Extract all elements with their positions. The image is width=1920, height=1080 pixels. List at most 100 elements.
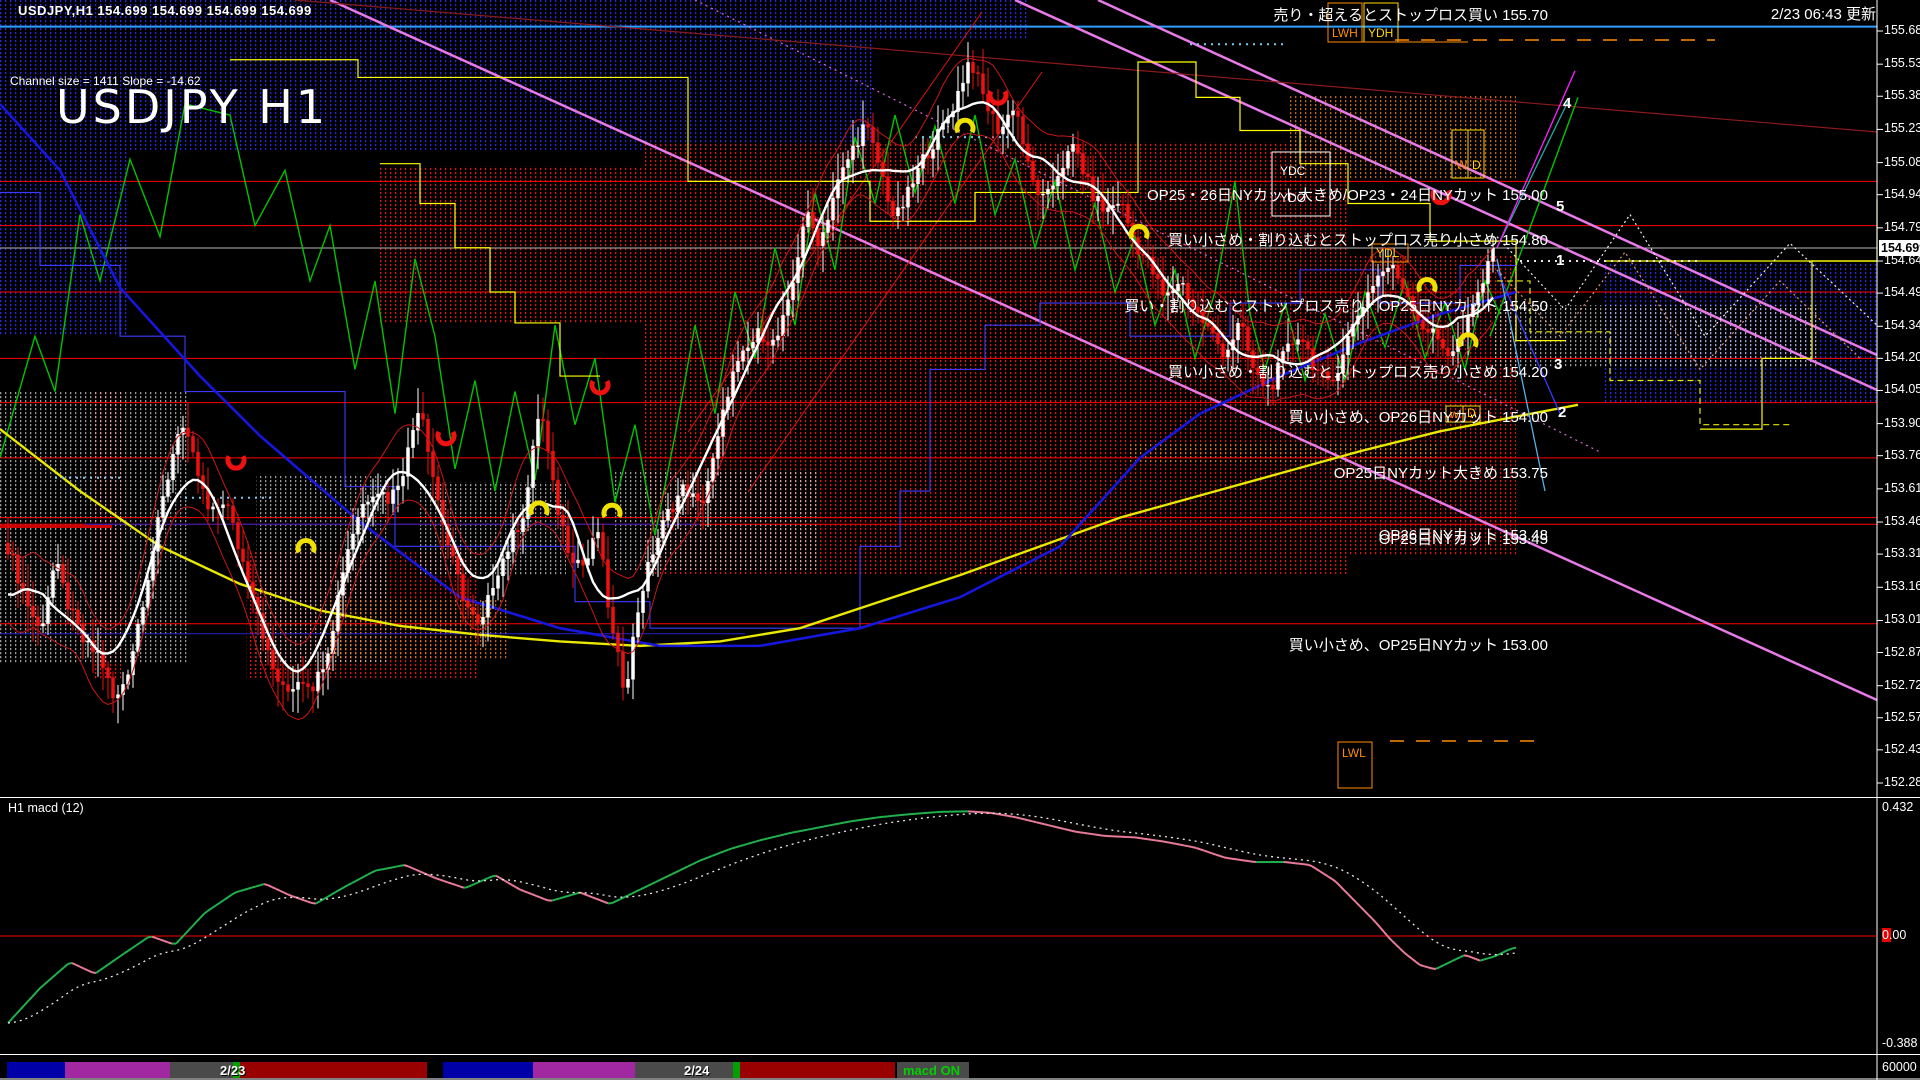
macd-line [1232, 859, 1236, 860]
macd-line [44, 981, 48, 984]
macd-line [872, 818, 876, 819]
macd-line [800, 830, 804, 831]
session-block [740, 1062, 895, 1078]
price-axis-tick: 155.235 [1884, 121, 1920, 135]
macd-line [740, 845, 744, 846]
macd-line [184, 931, 188, 935]
macd-line [508, 883, 512, 885]
macd-line [644, 886, 648, 888]
macd-line [368, 872, 372, 874]
macd-line [836, 823, 840, 824]
macd-line [632, 892, 636, 894]
macd-line [104, 965, 108, 968]
macd-line [604, 902, 608, 904]
macd-line [68, 963, 72, 964]
macd-line [188, 927, 192, 931]
macd-line [808, 829, 812, 830]
macd-line [868, 818, 872, 819]
macd-line [116, 956, 120, 959]
macd-line [1388, 937, 1392, 941]
cloud-region-red [380, 166, 642, 324]
macd-line [60, 967, 64, 970]
macd-line [700, 859, 704, 861]
macd-on-toggle[interactable]: macd ON [903, 1063, 960, 1078]
macd-line [1168, 842, 1172, 843]
macd-line [48, 978, 52, 981]
macd-line [1500, 952, 1504, 954]
macd-line [1476, 959, 1480, 961]
macd-line [156, 938, 160, 939]
price-axis-tick: 152.870 [1884, 645, 1920, 659]
chart-canvas[interactable] [0, 0, 1920, 1080]
macd-line [468, 885, 472, 887]
session-date-label: 2/23 [220, 1063, 245, 1078]
macd-line [676, 870, 680, 872]
macd-line [472, 883, 476, 885]
macd-line [448, 882, 452, 883]
macd-line [284, 893, 288, 895]
macd-line [1408, 956, 1412, 959]
cloud-region-orange [1130, 444, 1440, 462]
macd-line [168, 942, 172, 943]
macd-line [428, 875, 432, 877]
macd-line [96, 970, 100, 973]
macd-line [436, 878, 440, 879]
macd-line [596, 899, 600, 901]
macd-line [396, 866, 400, 867]
session-block [533, 1062, 635, 1078]
macd-line [856, 820, 860, 821]
macd-line [756, 840, 760, 841]
macd-line [228, 895, 232, 898]
macd-line [1036, 822, 1040, 823]
macd-line [852, 821, 856, 822]
macd-line [452, 884, 456, 885]
macd-line [1160, 841, 1164, 842]
macd-line [1172, 843, 1176, 844]
macd-line [1196, 848, 1200, 849]
macd-line [1056, 827, 1060, 828]
macd-line [524, 891, 528, 893]
macd-line [712, 854, 716, 856]
macd-line [612, 901, 616, 903]
macd-line [240, 890, 244, 891]
macd-line [764, 838, 768, 839]
macd-line [544, 899, 548, 901]
macd-line [692, 863, 696, 865]
macd-line [420, 871, 424, 873]
macd-line [276, 889, 280, 891]
macd-line [532, 894, 536, 896]
macd-line [536, 896, 540, 898]
macd-line [1492, 956, 1496, 957]
macd-line [236, 891, 240, 892]
tag-box [1338, 742, 1372, 788]
macd-line [760, 839, 764, 840]
macd-line [444, 881, 448, 882]
macd-line [1060, 828, 1064, 829]
macd-line [1340, 886, 1344, 890]
macd-line [1148, 839, 1152, 840]
price-axis-tick: 152.575 [1884, 710, 1920, 724]
macd-line [724, 850, 728, 852]
macd-line [256, 885, 260, 886]
macd-line [1156, 840, 1160, 841]
macd-line [1080, 832, 1084, 833]
macd-line [12, 1014, 16, 1018]
cloud-region-blue [872, 0, 1030, 40]
macd-line [1020, 818, 1024, 819]
macd-line [572, 894, 576, 895]
macd-line [1220, 856, 1224, 857]
cloud-region-white [1495, 305, 1819, 367]
macd-line [564, 896, 568, 897]
red-horseshoe-icon [438, 432, 454, 444]
macd-line [1192, 847, 1196, 848]
price-axis-tick: 153.610 [1884, 481, 1920, 495]
macd-line [1212, 853, 1216, 854]
macd-line [1464, 955, 1468, 956]
macd-line [176, 939, 180, 943]
macd-line [804, 830, 808, 831]
macd-line [1064, 829, 1068, 830]
macd-line [1480, 959, 1484, 960]
macd-line [376, 870, 380, 871]
macd-line [208, 908, 212, 911]
macd-line [860, 819, 864, 820]
